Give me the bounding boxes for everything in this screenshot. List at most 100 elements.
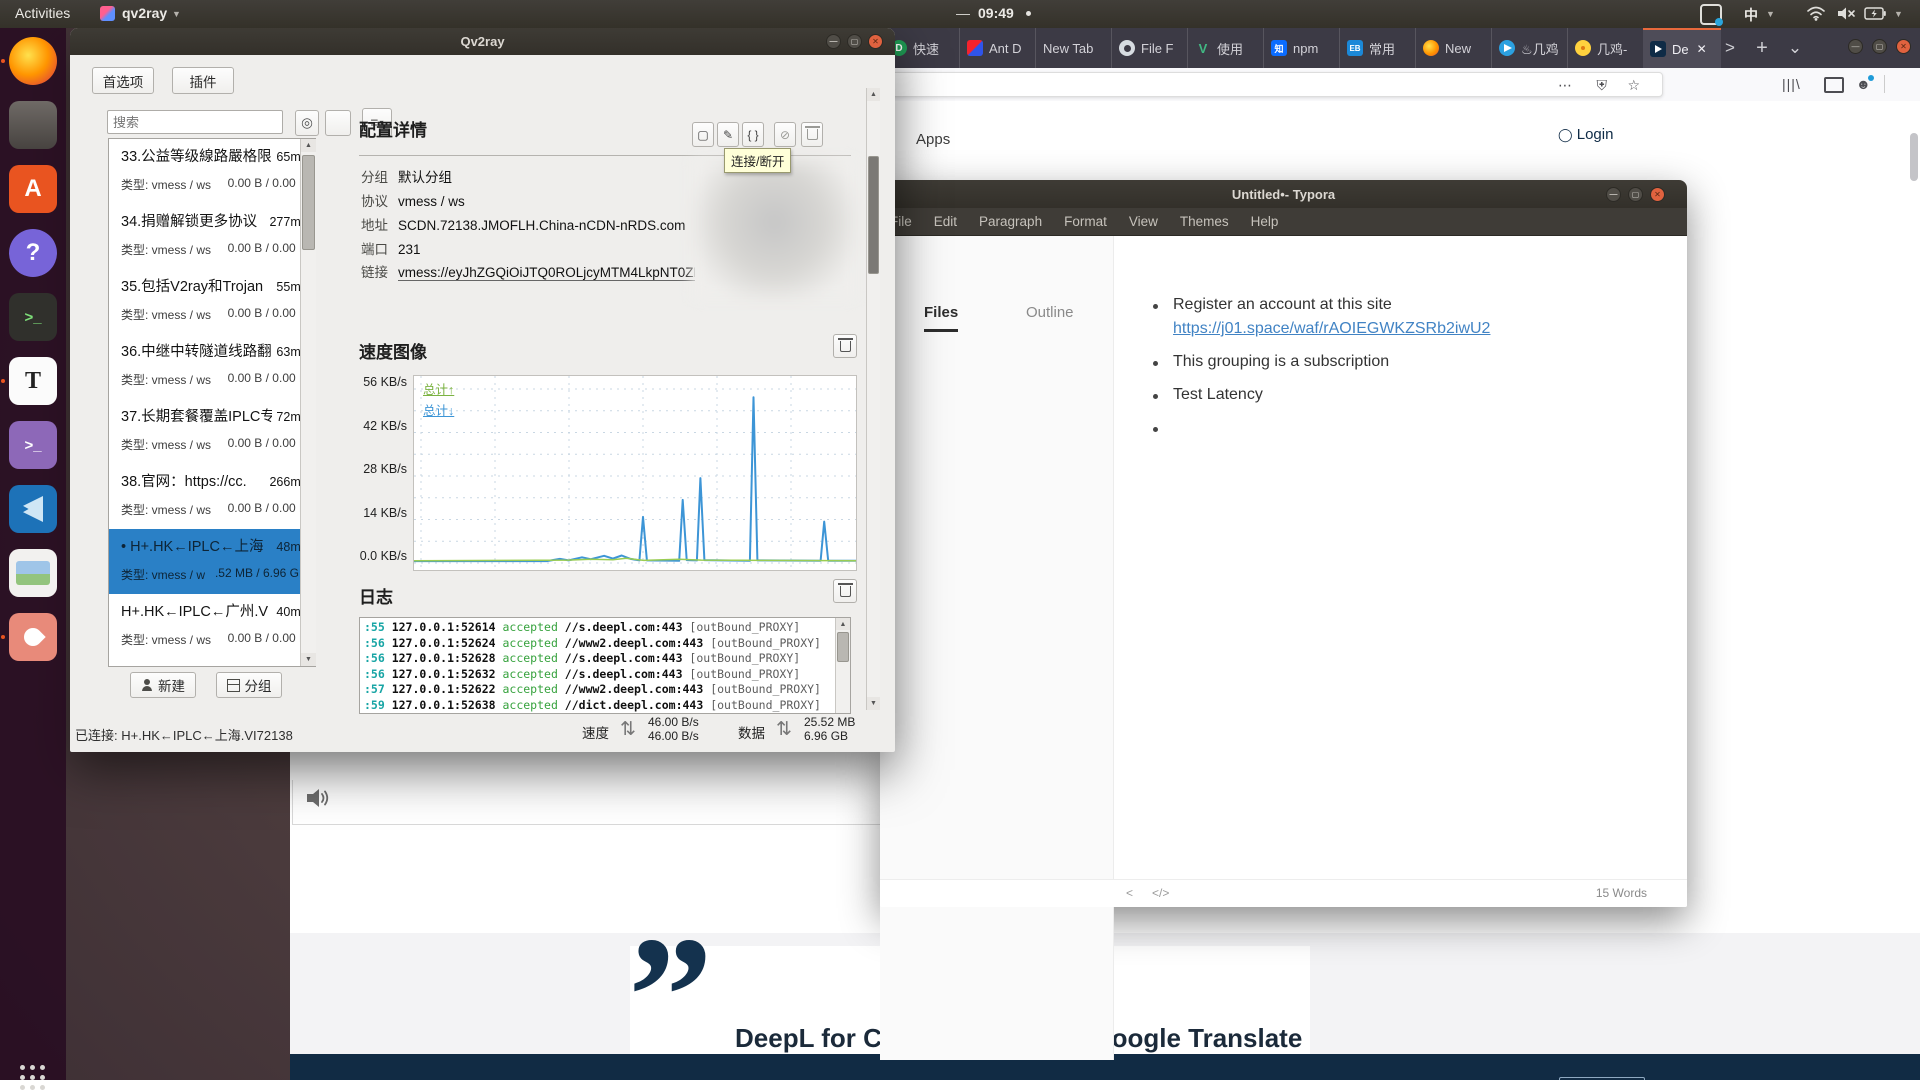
- scrollbar-thumb[interactable]: [302, 155, 315, 250]
- typora-minimize-button[interactable]: —: [1606, 187, 1621, 202]
- firefox-icon[interactable]: [9, 37, 57, 85]
- scrollbar-thumb[interactable]: [837, 632, 849, 662]
- chevron-down-icon[interactable]: ▼: [1894, 9, 1903, 19]
- minimize-button[interactable]: —: [1848, 39, 1863, 54]
- scroll-down-icon[interactable]: ▼: [301, 653, 316, 666]
- typora-maximize-button[interactable]: ▢: [1628, 187, 1643, 202]
- software-icon[interactable]: A: [9, 165, 57, 213]
- blank-button[interactable]: [325, 110, 351, 136]
- delete-button[interactable]: [801, 122, 823, 147]
- qv2ray-close-button[interactable]: ✕: [868, 34, 883, 49]
- library-icon[interactable]: |||\: [1782, 76, 1801, 92]
- tab-几鸡-[interactable]: 几鸡-: [1567, 28, 1643, 68]
- connect-disconnect-button[interactable]: ▢: [692, 122, 714, 147]
- menu-edit[interactable]: Edit: [934, 214, 957, 229]
- scroll-up-icon[interactable]: ▲: [867, 88, 880, 101]
- typora-titlebar[interactable]: Untitled•- Typora — ▢ ✕: [880, 180, 1687, 208]
- search-input[interactable]: [107, 110, 283, 134]
- menu-format[interactable]: Format: [1064, 214, 1107, 229]
- scrollbar-thumb[interactable]: [868, 156, 879, 274]
- group-button[interactable]: 分组: [216, 672, 282, 698]
- server-item[interactable]: 33.公益等级線路嚴格限65ms类型: vmess / ws0.00 B / 0…: [109, 139, 315, 204]
- vscode-icon[interactable]: [9, 485, 57, 533]
- new-tab-button[interactable]: +: [1748, 28, 1776, 68]
- scroll-down-icon[interactable]: ▼: [867, 697, 880, 710]
- page-actions-icon[interactable]: ⋯: [1558, 77, 1572, 94]
- input-method-indicator[interactable]: 中: [1744, 5, 1758, 25]
- scroll-up-icon[interactable]: ▲: [301, 139, 316, 152]
- wifi-icon[interactable]: [1806, 5, 1826, 24]
- account-icon[interactable]: ☻: [1856, 76, 1871, 92]
- page-scrollbar[interactable]: [1910, 133, 1918, 181]
- log-view[interactable]: :55 127.0.0.1:52614 accepted //s.deepl.c…: [359, 617, 851, 714]
- tab-♨几鸡[interactable]: ♨几鸡: [1491, 28, 1567, 68]
- tab-overflow-button[interactable]: >: [1718, 28, 1742, 68]
- server-item[interactable]: 35.包括V2ray和Trojan55ms类型: vmess / ws0.00 …: [109, 269, 315, 334]
- legend-upload[interactable]: 总计↑: [423, 379, 454, 398]
- log-scrollbar[interactable]: ▲: [835, 618, 850, 713]
- bookmark-star-icon[interactable]: ☆: [1627, 77, 1640, 94]
- server-item[interactable]: 36.中继中转隧道线路翻63ms类型: vmess / ws0.00 B / 0…: [109, 334, 315, 399]
- maximize-button[interactable]: ▢: [1872, 39, 1887, 54]
- qv2ray-titlebar[interactable]: Qv2ray — ▢ ✕: [70, 28, 895, 55]
- speaker-icon[interactable]: [304, 785, 330, 816]
- server-item[interactable]: 34.捐赠解锁更多协议277ms类型: vmess / ws0.00 B / 0…: [109, 204, 315, 269]
- server-item[interactable]: H+.HK←IPLC←广州.V40ms类型: vmess / ws0.00 B …: [109, 594, 315, 659]
- volume-muted-icon[interactable]: [1836, 6, 1858, 24]
- app-menu[interactable]: qv2ray: [122, 5, 167, 21]
- sidebar-icon[interactable]: [1824, 77, 1844, 93]
- tab-files[interactable]: Files: [924, 304, 958, 332]
- site-nav-apps[interactable]: Apps: [916, 131, 950, 148]
- menu-paragraph[interactable]: Paragraph: [979, 214, 1042, 229]
- typora-close-button[interactable]: ✕: [1650, 187, 1665, 202]
- tab-File F[interactable]: File F: [1111, 28, 1187, 68]
- tab-outline[interactable]: Outline: [1026, 304, 1074, 321]
- clear-graph-button[interactable]: [833, 334, 857, 358]
- qv2ray-maximize-button[interactable]: ▢: [847, 34, 862, 49]
- new-server-button[interactable]: 新建: [130, 672, 196, 698]
- scroll-up-icon[interactable]: ▲: [836, 618, 850, 630]
- tab-常用[interactable]: EB常用: [1339, 28, 1415, 68]
- panel-scrollbar[interactable]: ▲ ▼: [866, 88, 880, 710]
- plugins-button[interactable]: 插件: [172, 67, 234, 94]
- tab-New Tab[interactable]: New Tab: [1035, 28, 1111, 68]
- typora-icon[interactable]: T: [9, 357, 57, 405]
- menu-view[interactable]: View: [1129, 214, 1158, 229]
- list-tabs-button[interactable]: ⌄: [1782, 28, 1808, 68]
- menu-themes[interactable]: Themes: [1180, 214, 1229, 229]
- edit-button[interactable]: ✎: [717, 122, 739, 147]
- server-item[interactable]: 37.长期套餐覆盖IPLC专72ms类型: vmess / ws0.00 B /…: [109, 399, 315, 464]
- server-item[interactable]: 38.官网：https://cc.266ms类型: vmess / ws0.00…: [109, 464, 315, 529]
- login-button[interactable]: ◯ Login: [1558, 126, 1613, 143]
- server-list-scrollbar[interactable]: ▲ ▼: [300, 139, 316, 666]
- legend-download[interactable]: 总计↓: [423, 400, 454, 419]
- tab-New[interactable]: New: [1415, 28, 1491, 68]
- image-viewer-icon[interactable]: [9, 549, 57, 597]
- clear-log-button[interactable]: [833, 579, 857, 603]
- word-count[interactable]: 15 Words: [1596, 886, 1647, 900]
- bullet-link[interactable]: https://j01.space/waf/rAOIEGWKZSRb2iwU2: [1173, 320, 1490, 338]
- share-qr-button[interactable]: ⊘: [774, 122, 796, 147]
- screenshot-tool-icon[interactable]: [1700, 4, 1722, 25]
- help-icon[interactable]: ?: [9, 229, 57, 277]
- latency-test-button[interactable]: ◎: [295, 110, 319, 136]
- clock[interactable]: 09:49: [978, 5, 1014, 21]
- terminal2-icon[interactable]: >_: [9, 421, 57, 469]
- tab-npm[interactable]: 知npm: [1263, 28, 1339, 68]
- typora-editor[interactable]: Register an account at this sitehttps://…: [1114, 236, 1687, 880]
- files-icon[interactable]: [9, 101, 57, 149]
- battery-icon[interactable]: [1864, 7, 1886, 23]
- edit-json-button[interactable]: { }: [742, 122, 764, 147]
- menu-help[interactable]: Help: [1251, 214, 1279, 229]
- terminal-icon[interactable]: >_: [9, 293, 57, 341]
- qv2ray-minimize-button[interactable]: —: [826, 34, 841, 49]
- server-list[interactable]: 33.公益等级線路嚴格限65ms类型: vmess / ws0.00 B / 0…: [108, 138, 316, 667]
- close-button[interactable]: ✕: [1896, 39, 1911, 54]
- tab-close-icon[interactable]: ✕: [1697, 42, 1707, 56]
- server-item-selected[interactable]: • H+.HK←IPLC←上海48ms类型: vmess / w.52 MB /…: [109, 529, 315, 594]
- preferences-button[interactable]: 首选项: [92, 67, 154, 94]
- sidebar-toggle-icon[interactable]: <: [1126, 886, 1133, 900]
- tab-Ant D[interactable]: Ant D: [959, 28, 1035, 68]
- tab-使用[interactable]: V使用: [1187, 28, 1263, 68]
- app-grid-icon[interactable]: [20, 1065, 46, 1091]
